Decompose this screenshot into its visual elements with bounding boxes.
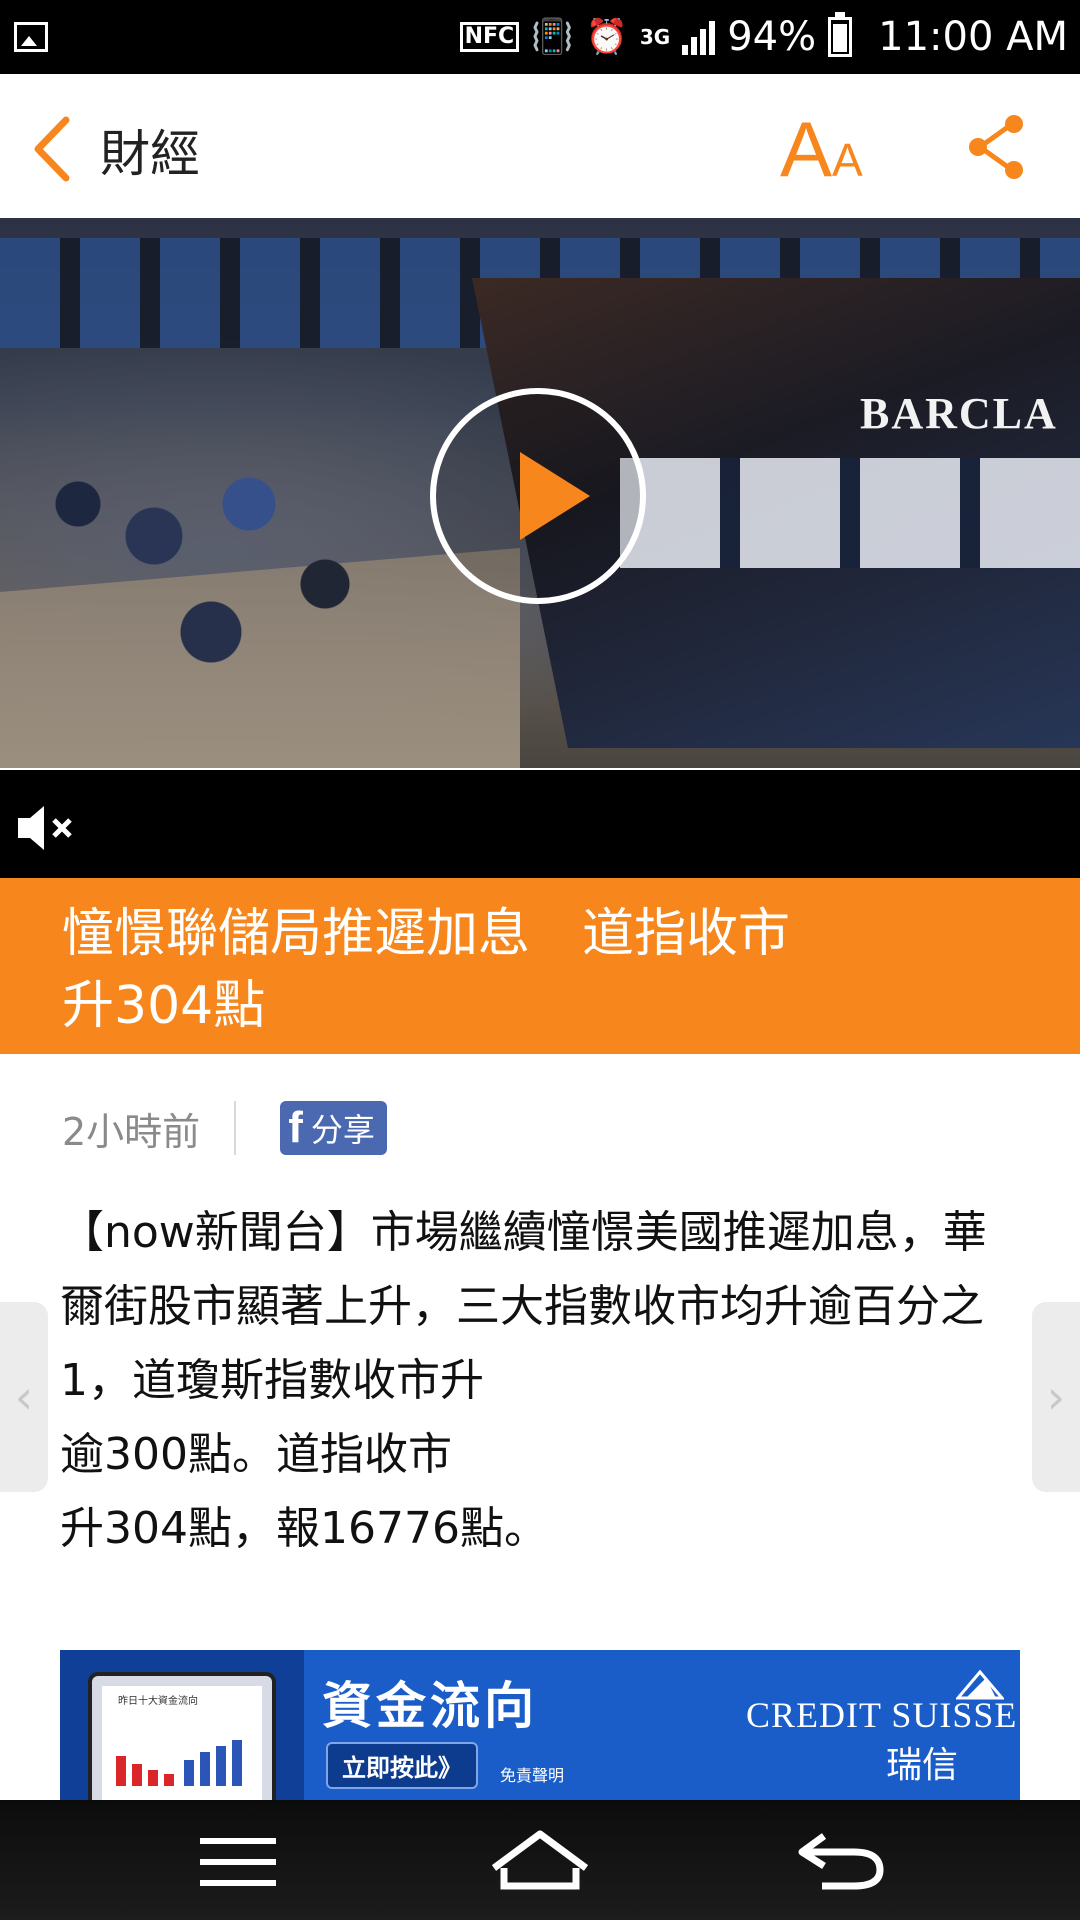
video-controls-bar	[0, 770, 1080, 878]
page-title: 財經	[100, 125, 200, 183]
menu-icon[interactable]	[196, 1834, 280, 1890]
network-type: 3G	[639, 25, 671, 49]
facebook-icon: f	[288, 1103, 303, 1152]
article-body: 【now新聞台】市場繼續憧憬美國推遲加息，華爾街股市顯著上升，三大指數收市均升逾…	[60, 1196, 1030, 1566]
alarm-icon: ⏰	[585, 17, 628, 57]
article-meta: 2小時前 f 分享	[62, 1098, 387, 1158]
chevron-left-icon: ‹	[14, 1370, 34, 1424]
gallery-icon	[14, 22, 48, 52]
article-headline: 憧憬聯儲局推遲加息 道指收市 升304點	[62, 904, 791, 1036]
ad-tablet-image: 昨日十大資金流向	[88, 1672, 276, 1800]
ad-chart-bar	[148, 1770, 158, 1786]
back-nav-icon[interactable]	[794, 1826, 886, 1892]
play-icon[interactable]	[430, 388, 646, 604]
ad-image-panel: 昨日十大資金流向	[60, 1650, 304, 1800]
mute-icon[interactable]	[14, 800, 78, 856]
ad-tablet-screen: 昨日十大資金流向	[102, 1686, 262, 1800]
ad-chart-bar	[232, 1740, 242, 1786]
sail-logo-icon	[956, 1669, 1004, 1700]
status-icons: NFC 📳 ⏰ 3G 94% 11:00 AM	[459, 0, 1068, 74]
font-size-big: A	[780, 105, 833, 193]
article-paragraph: 【now新聞台】市場繼續憧憬美國推遲加息，華爾街股市顯著上升，三大指數收市均升逾…	[60, 1207, 987, 1406]
share-icon[interactable]	[966, 112, 1028, 182]
ad-chart-bar	[216, 1746, 226, 1786]
ad-chart-bar	[200, 1752, 210, 1786]
video-brand-text: BARCLA	[860, 389, 1058, 438]
system-nav-bar	[0, 1800, 1080, 1920]
ad-disclaimer[interactable]: 免責聲明	[500, 1762, 564, 1786]
facebook-share-button[interactable]: f 分享	[280, 1101, 387, 1155]
ad-screen-title: 昨日十大資金流向	[118, 1696, 198, 1707]
meta-divider	[234, 1101, 237, 1155]
clock: 11:00 AM	[878, 14, 1068, 60]
home-icon[interactable]	[488, 1828, 592, 1892]
article-timestamp: 2小時前	[62, 1109, 201, 1154]
next-article-button[interactable]: ›	[1032, 1302, 1080, 1492]
headline-bar: 憧憬聯儲局推遲加息 道指收市 升304點	[0, 878, 1080, 1054]
ad-chart-bar	[132, 1764, 142, 1786]
back-icon[interactable]	[26, 114, 86, 184]
chevron-right-icon: ›	[1046, 1370, 1066, 1424]
ad-brand-name-zh: 瑞信	[886, 1745, 959, 1786]
vibrate-icon: 📳	[531, 17, 574, 57]
article-paragraph: 逾300點。道指收市	[60, 1429, 452, 1480]
ad-banner[interactable]: 昨日十大資金流向 資金流向 立即按此》 免責聲明 CREDIT SUISSE 瑞…	[60, 1650, 1020, 1800]
ad-chart-bar	[184, 1760, 194, 1786]
video-scene-screens	[620, 458, 1080, 568]
ad-chart-bar	[116, 1756, 126, 1786]
app-bar: 財經 AA	[0, 74, 1080, 220]
status-bar: NFC 📳 ⏰ 3G 94% 11:00 AM	[0, 0, 1080, 74]
article-paragraph: 升304點，報16776點。	[60, 1503, 548, 1554]
ad-chart-bar	[164, 1774, 174, 1786]
ad-cta-button[interactable]: 立即按此》	[326, 1742, 478, 1789]
nfc-icon: NFC	[459, 22, 520, 52]
font-size-icon[interactable]: AA	[780, 104, 863, 195]
signal-icon	[682, 19, 716, 55]
font-size-small: A	[832, 134, 863, 186]
battery-icon	[828, 12, 853, 57]
video-scene-people	[40, 408, 420, 728]
ad-title: 資金流向	[322, 1677, 538, 1735]
previous-article-button[interactable]: ‹	[0, 1302, 48, 1492]
battery-percent: 94%	[727, 14, 817, 60]
share-label: 分享	[310, 1111, 375, 1149]
